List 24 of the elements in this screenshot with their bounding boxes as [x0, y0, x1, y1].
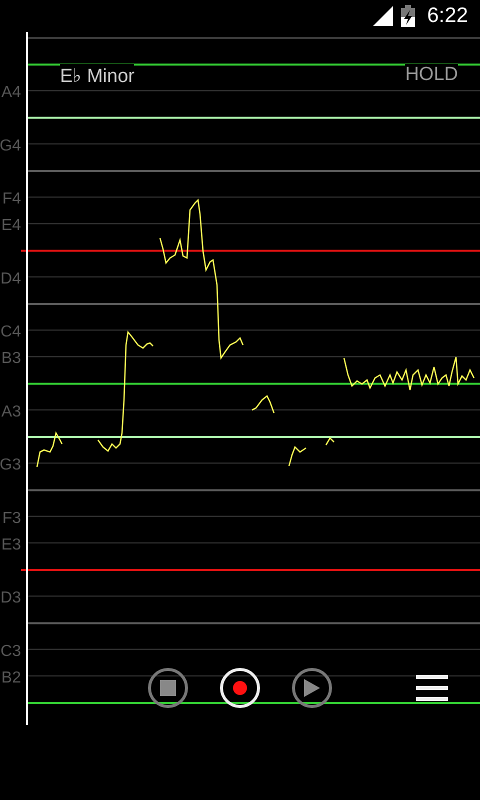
note-label: C3	[0, 642, 21, 660]
battery-icon	[401, 5, 416, 27]
note-label: B3	[1, 350, 21, 368]
note-label: E3	[1, 536, 21, 554]
note-label: B2	[1, 669, 21, 686]
stop-icon	[160, 680, 176, 696]
record-button[interactable]	[220, 668, 260, 708]
note-label: G4	[0, 137, 21, 154]
note-label: A4	[1, 84, 21, 102]
note-label: F3	[2, 510, 21, 527]
note-label: D3	[0, 590, 21, 607]
note-label: E4	[1, 217, 21, 234]
record-icon	[233, 681, 247, 695]
note-label: A3	[1, 403, 21, 420]
signal-icon	[373, 6, 394, 26]
play-icon	[304, 679, 320, 697]
clock-time: 6:22	[427, 4, 468, 28]
menu-icon[interactable]	[416, 675, 448, 701]
stop-button[interactable]	[148, 668, 188, 708]
note-label: C4	[0, 324, 21, 341]
note-label: G3	[0, 456, 21, 474]
play-button[interactable]	[292, 668, 332, 708]
note-label: F4	[2, 190, 21, 208]
note-label: D4	[0, 270, 21, 288]
